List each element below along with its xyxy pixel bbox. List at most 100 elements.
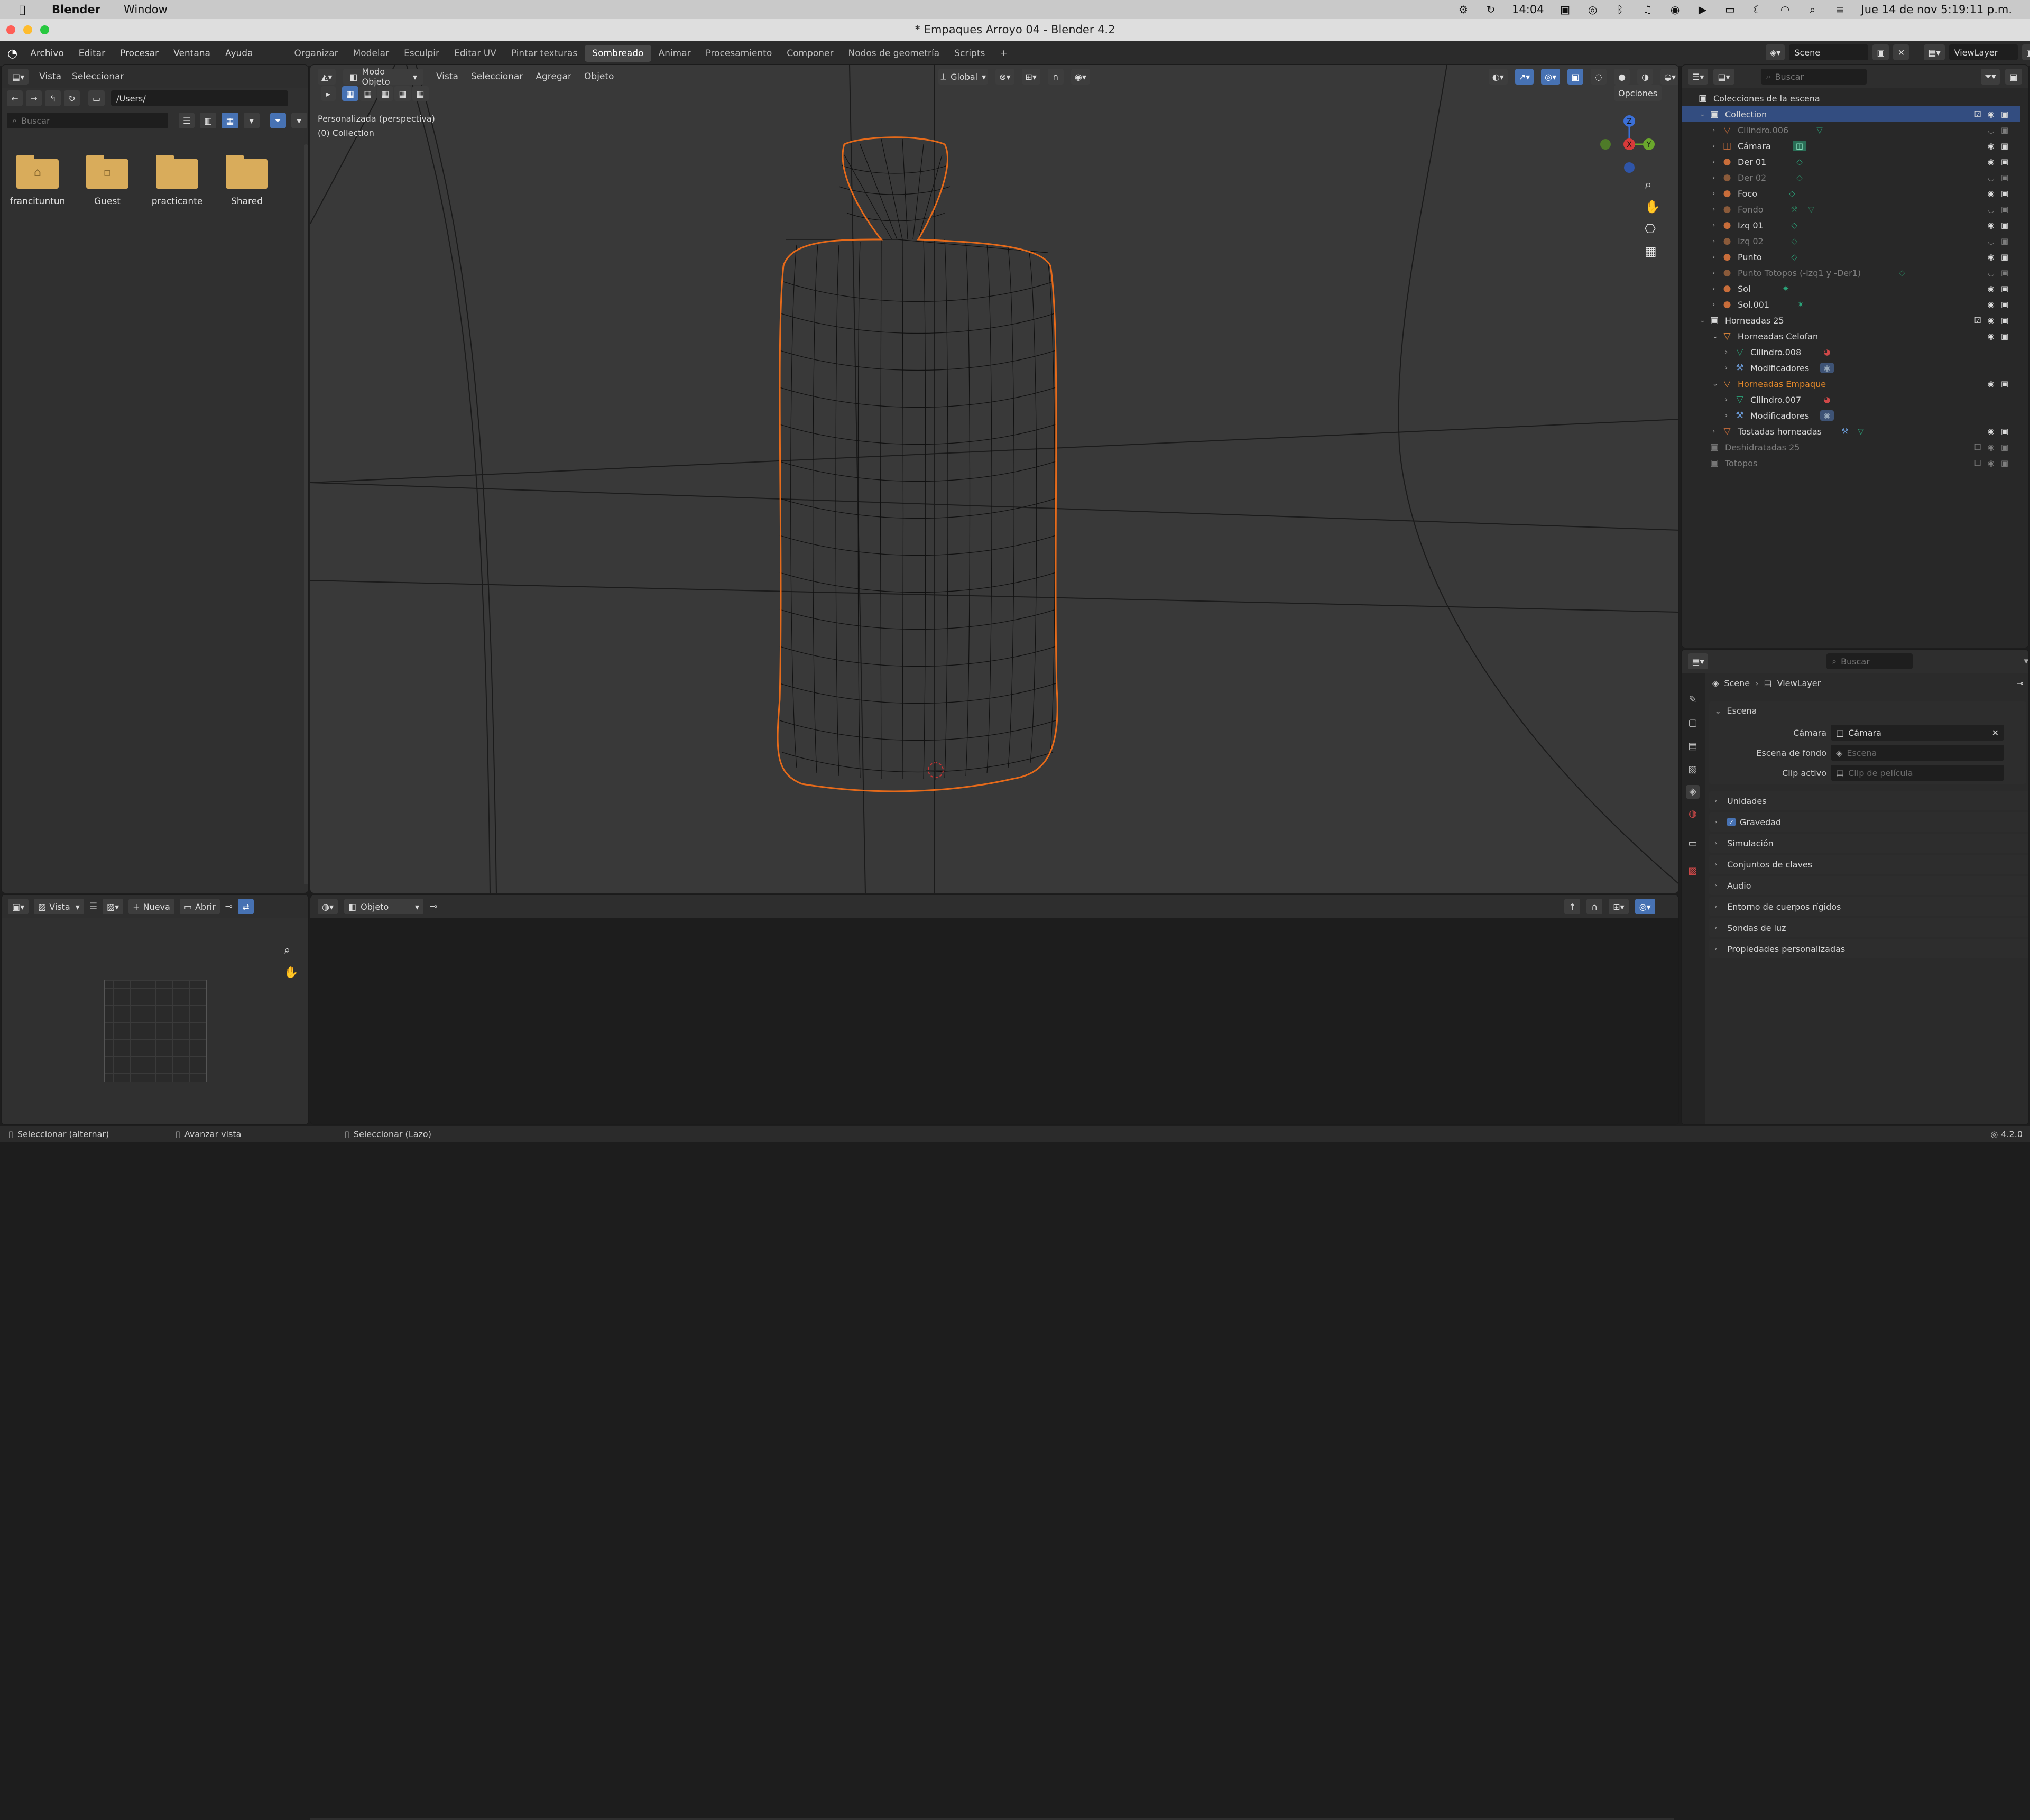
- sort-dropdown-icon[interactable]: ▾: [243, 113, 260, 128]
- viewport-menu-agregar[interactable]: Agregar: [536, 71, 571, 82]
- outliner-search-input[interactable]: ⌕ Buscar: [1760, 69, 1867, 85]
- outliner-row-izq-02[interactable]: › ● Izq 02 ◇ ◡ ▣: [1682, 233, 2020, 249]
- outliner-row-totopos[interactable]: ▣ Totopos ☐ ◉ ▣: [1682, 455, 2020, 471]
- expand-arrow-icon[interactable]: ›: [1712, 190, 1720, 198]
- app-menu-window[interactable]: Window: [124, 3, 168, 16]
- proportional-edit-icon[interactable]: ◉▾: [1071, 69, 1090, 85]
- file-menu-seleccionar[interactable]: Seleccionar: [72, 71, 124, 82]
- eye-icon[interactable]: ◉: [1988, 316, 1995, 325]
- overlay-toggle-icon[interactable]: ◎▾: [1635, 899, 1655, 914]
- tab-nodos-geometria[interactable]: Nodos de geometría: [841, 45, 947, 62]
- pin-icon[interactable]: ⊸: [2016, 678, 2023, 688]
- expand-arrow-icon[interactable]: ›: [1712, 174, 1720, 182]
- control-center-icon[interactable]: ≡: [1834, 4, 1847, 15]
- tab-pintar-texturas[interactable]: Pintar texturas: [504, 45, 585, 62]
- camera-render-icon[interactable]: ▣: [2001, 284, 2008, 293]
- expand-arrow-icon[interactable]: ›: [1712, 237, 1720, 245]
- world-tab-icon[interactable]: ◍: [1686, 807, 1700, 821]
- snap-node-icon[interactable]: ∩: [1586, 899, 1603, 914]
- outliner-row-camara[interactable]: › ◫ Cámara ◫ ◉ ▣: [1682, 138, 2020, 154]
- sync-uv-icon[interactable]: ⇄: [237, 899, 254, 914]
- bluetooth-icon[interactable]: ᛒ: [1614, 4, 1627, 15]
- shading-material-icon[interactable]: ◑: [1637, 69, 1654, 85]
- camera-render-icon[interactable]: ▣: [2001, 157, 2008, 167]
- scene-section-header[interactable]: ⌄ Escena: [1714, 706, 1757, 716]
- camera-render-icon[interactable]: ▣: [2001, 109, 2008, 119]
- camera-render-icon[interactable]: ▣: [2001, 236, 2008, 246]
- tab-organizar[interactable]: Organizar: [287, 45, 346, 62]
- file-menu-vista[interactable]: Vista: [39, 71, 61, 82]
- gizmo-neg-z-axis[interactable]: [1624, 162, 1635, 173]
- eye-icon[interactable]: ◉: [1988, 427, 1995, 436]
- new-folder-icon[interactable]: ▭: [88, 90, 105, 106]
- clear-x-icon[interactable]: ✕: [1992, 728, 1999, 738]
- editor-type-icon[interactable]: ◍▾: [318, 899, 338, 914]
- gizmo-toggle-icon[interactable]: ↗▾: [1515, 69, 1534, 85]
- expand-arrow-icon[interactable]: ›: [1712, 253, 1720, 261]
- filter-icon[interactable]: ⏷▾: [1980, 69, 2000, 85]
- moon-icon[interactable]: ☾: [1751, 4, 1764, 15]
- camera-render-icon[interactable]: ▣: [2001, 125, 2008, 135]
- expand-arrow-icon[interactable]: ›: [1725, 364, 1732, 372]
- eye-icon[interactable]: ◉: [1988, 189, 1995, 198]
- select-mode-invert-icon[interactable]: ▦: [394, 86, 411, 101]
- camera-render-icon[interactable]: ▣: [2001, 427, 2008, 436]
- display-icon[interactable]: ▭: [1724, 4, 1737, 15]
- eye-hidden-icon[interactable]: ◡: [1988, 236, 1995, 246]
- camera-render-icon[interactable]: ▣: [2001, 220, 2008, 230]
- outliner-row-der-01[interactable]: › ● Der 01 ◇ ◉ ▣: [1682, 154, 2020, 170]
- editor-type-icon[interactable]: ◭▾: [318, 69, 336, 85]
- eye-icon[interactable]: ◉: [1988, 252, 1995, 262]
- forward-icon[interactable]: →: [26, 90, 42, 106]
- select-mode-extend-icon[interactable]: ▦: [359, 86, 376, 101]
- pin-icon[interactable]: ⊸: [430, 901, 437, 912]
- outliner-row-sol-001[interactable]: › ● Sol.001 ✷ ◉ ▣: [1682, 297, 2020, 312]
- shader-type-dropdown[interactable]: ◧ Objeto ▾: [344, 899, 423, 914]
- outliner-row-horneadas-25[interactable]: ⌄ ▣ Horneadas 25 ☑ ◉ ▣: [1682, 312, 2020, 328]
- outliner-row-cilindro-006[interactable]: › ▽ Cilindro.006 ▽ ◡ ▣: [1682, 122, 2020, 138]
- outliner-row-modificadores-1[interactable]: › ⚒ Modificadores ◉: [1682, 360, 2020, 376]
- scene-tab-icon[interactable]: ◈: [1686, 785, 1700, 799]
- headphones-icon[interactable]: ♫: [1641, 4, 1654, 15]
- menu-ayuda[interactable]: Ayuda: [218, 48, 261, 59]
- parent-dir-icon[interactable]: ↰: [45, 90, 61, 106]
- path-field[interactable]: /Users/: [111, 90, 289, 106]
- editor-type-icon[interactable]: ▤▾: [1688, 653, 1709, 669]
- menubar-time-short[interactable]: 14:04: [1512, 3, 1544, 16]
- select-mode-new-icon[interactable]: ▦: [342, 86, 359, 101]
- select-tool-icon[interactable]: ▸: [321, 86, 336, 101]
- viewport-menu-vista[interactable]: Vista: [436, 71, 458, 82]
- viewlayer-browse-icon[interactable]: ▤▾: [1924, 44, 1945, 60]
- expand-arrow-icon[interactable]: ›: [1712, 206, 1720, 214]
- editor-type-icon[interactable]: ▤▾: [8, 69, 29, 85]
- pivot-point-icon[interactable]: ⊗▾: [995, 69, 1014, 85]
- select-mode-subtract-icon[interactable]: ▦: [377, 86, 394, 101]
- image-browse-icon[interactable]: ▨▾: [103, 899, 124, 914]
- outliner-row-modificadores-2[interactable]: › ⚒ Modificadores ◉: [1682, 408, 2020, 423]
- folder-guest[interactable]: ▫ Guest: [76, 155, 139, 207]
- scene-browse-icon[interactable]: ◈▾: [1766, 44, 1785, 60]
- close-window-button[interactable]: [6, 25, 15, 34]
- tab-componer[interactable]: Componer: [779, 45, 841, 62]
- view-layer-tab-icon[interactable]: ▧: [1686, 763, 1700, 777]
- visibility-icon[interactable]: ◐▾: [1488, 69, 1508, 85]
- camera-render-icon[interactable]: ▣: [2001, 141, 2008, 151]
- search-spotlight-icon[interactable]: ⌕: [1806, 4, 1819, 15]
- panel-simulacion[interactable]: › Simulación: [1709, 834, 2028, 853]
- app-menu-blender[interactable]: Blender: [52, 3, 100, 16]
- transform-orientation-dropdown[interactable]: ⟂ Global ▾: [938, 69, 989, 85]
- outliner-row-collection[interactable]: ⌄ ▣ Collection ☑ ◉ ▣: [1682, 106, 2020, 122]
- eye-icon[interactable]: ◉: [1988, 379, 1995, 389]
- panel-cuerpos-rigidos[interactable]: › Entorno de cuerpos rígidos: [1709, 897, 2028, 916]
- view-horizontal-list-icon[interactable]: ▥: [200, 113, 217, 128]
- zoom-window-button[interactable]: [40, 25, 49, 34]
- zoom-icon[interactable]: ⌕: [284, 944, 298, 957]
- tab-sombreado[interactable]: Sombreado: [585, 45, 651, 62]
- expand-arrow-icon[interactable]: ›: [1712, 285, 1720, 293]
- sync-icon[interactable]: ↻: [1484, 4, 1497, 15]
- play-status-icon[interactable]: ▶: [1696, 4, 1709, 15]
- refresh-icon[interactable]: ↻: [64, 90, 80, 106]
- eye-icon[interactable]: ◉: [1988, 220, 1995, 230]
- tab-editar-uv[interactable]: Editar UV: [447, 45, 504, 62]
- xray-toggle-icon[interactable]: ▣: [1567, 69, 1584, 85]
